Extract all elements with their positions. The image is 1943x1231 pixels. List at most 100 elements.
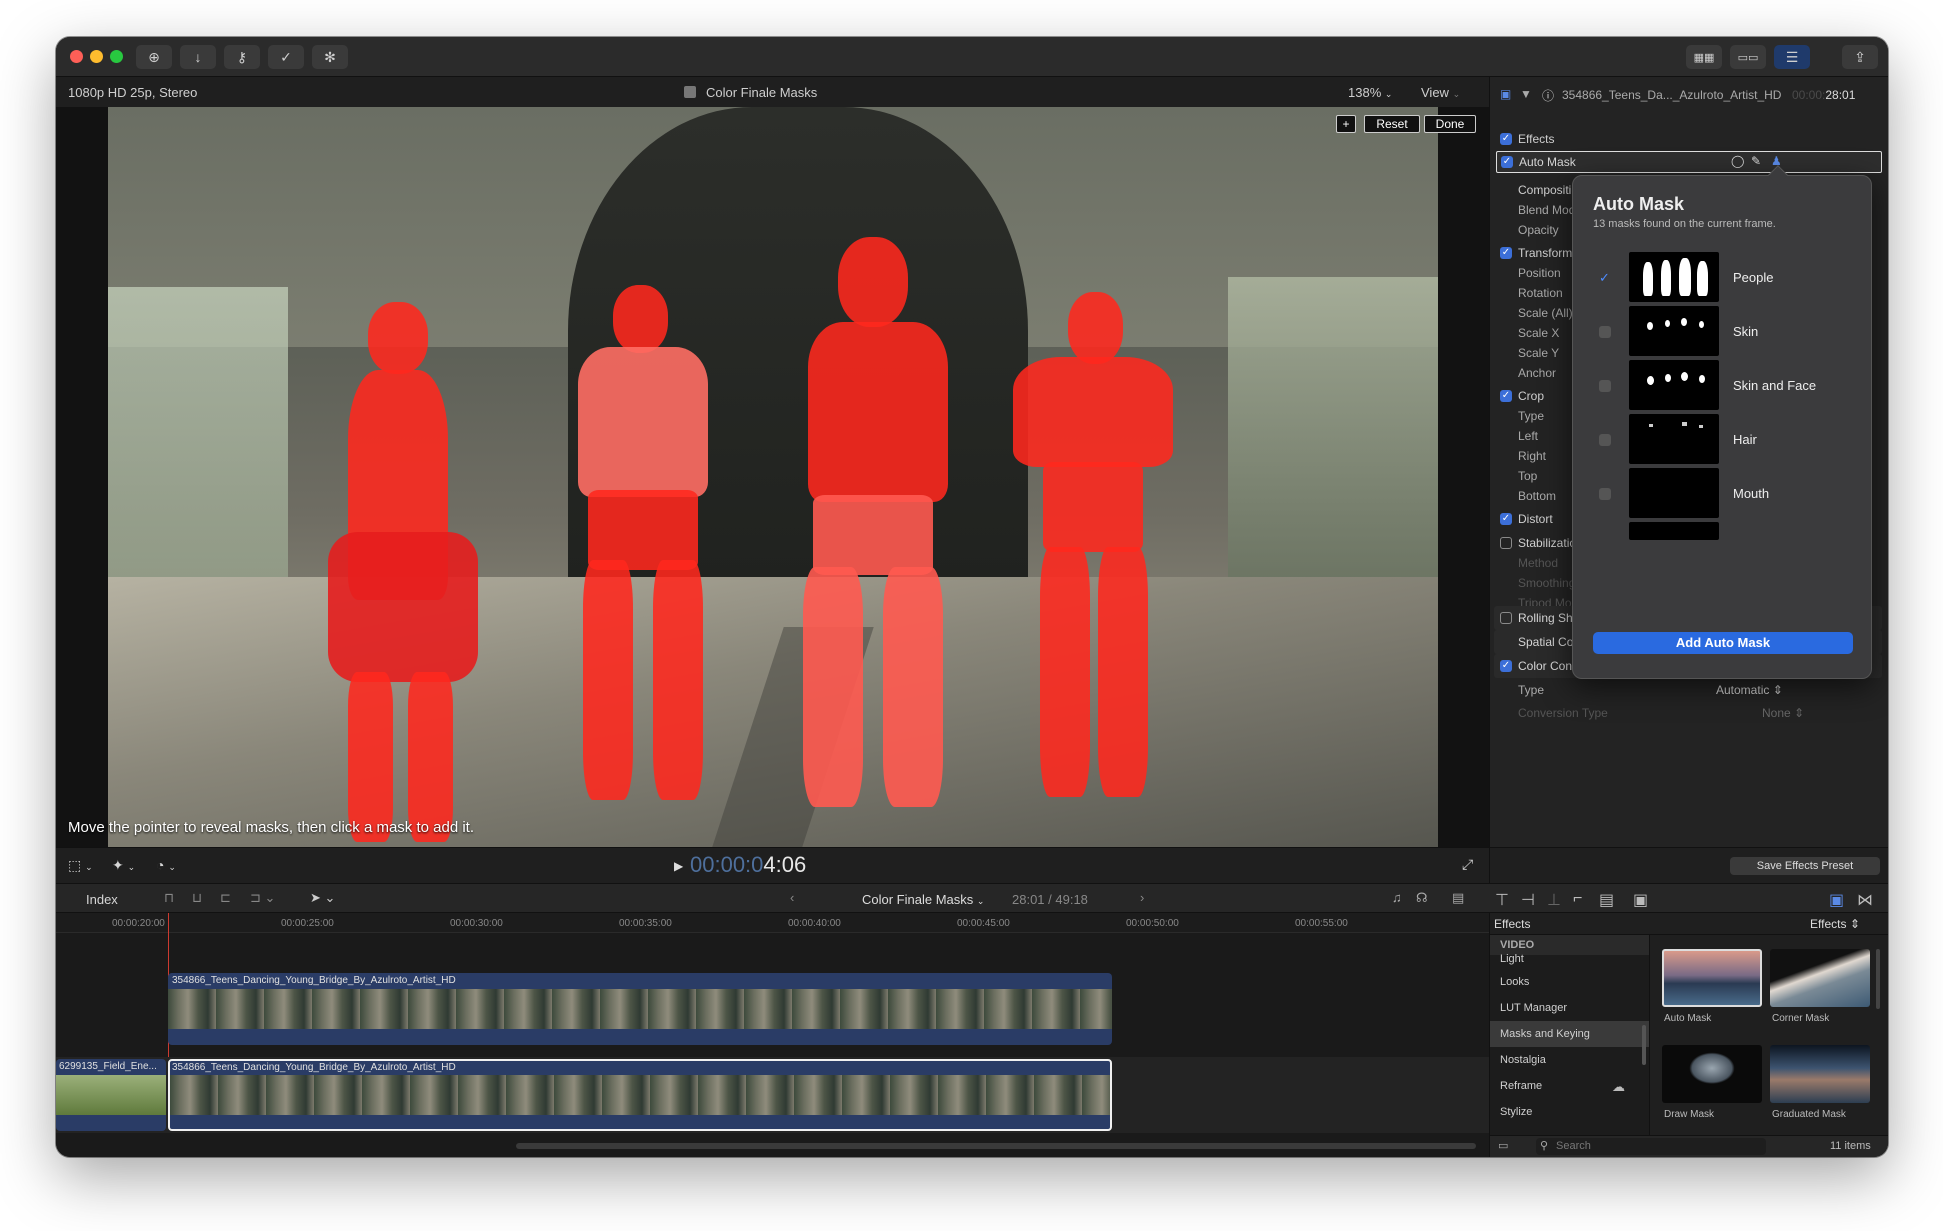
- transform-tool-button[interactable]: ⬚ ⌄: [68, 857, 93, 874]
- minimize-window-button[interactable]: [90, 50, 103, 63]
- download-button[interactable]: ↓: [180, 45, 216, 69]
- transform-item-label: Anchor: [1518, 366, 1557, 380]
- selected-clip[interactable]: 354866_Teens_Dancing_Young_Bridge_By_Azu…: [168, 1059, 1112, 1131]
- timeline[interactable]: 00:00:20:00 00:00:25:00 00:00:30:00 00:0…: [56, 913, 1489, 1157]
- mask-checkbox[interactable]: [1599, 488, 1611, 500]
- effects-search-field[interactable]: ⚲ Search: [1536, 1138, 1766, 1155]
- add-mask-button[interactable]: +: [1336, 115, 1356, 133]
- category-scrollbar[interactable]: [1642, 1025, 1646, 1065]
- ellipse-mask-icon[interactable]: ◯: [1731, 154, 1744, 168]
- transitions-icon[interactable]: ▤: [1599, 890, 1614, 910]
- distort-checkbox[interactable]: ✓: [1500, 513, 1512, 525]
- project-title[interactable]: Color Finale Masks ⌄: [862, 892, 984, 907]
- timeline-ruler[interactable]: 00:00:20:00 00:00:25:00 00:00:30:00 00:0…: [56, 913, 1489, 933]
- browser-toggle-button[interactable]: ▦▦: [1686, 45, 1722, 69]
- snowflake-button[interactable]: ✻: [312, 45, 348, 69]
- info-icon[interactable]: ⓘ: [1542, 87, 1554, 104]
- effects-checkbox[interactable]: ✓: [1500, 133, 1512, 145]
- overwrite-clip-icon[interactable]: ⊐ ⌄: [250, 890, 275, 906]
- eyedropper-icon[interactable]: ✎: [1751, 154, 1761, 168]
- stabilization-checkbox[interactable]: [1500, 537, 1512, 549]
- filter-icon[interactable]: ▼: [1520, 87, 1532, 101]
- connected-clip[interactable]: 354866_Teens_Dancing_Young_Bridge_By_Azu…: [168, 973, 1112, 1045]
- cloud-download-icon[interactable]: ☁: [1612, 1079, 1625, 1095]
- share-button[interactable]: ⇪: [1842, 45, 1878, 69]
- play-icon[interactable]: ▶: [674, 859, 683, 873]
- mask-checkbox[interactable]: [1599, 380, 1611, 392]
- masked-person-3[interactable]: [778, 237, 968, 837]
- index-button[interactable]: Index: [86, 892, 118, 907]
- viewer[interactable]: + Reset Done Move the pointer to reveal …: [56, 107, 1489, 847]
- background-tasks-button[interactable]: ✓: [268, 45, 304, 69]
- import-button[interactable]: ⊕: [136, 45, 172, 69]
- crop-checkbox[interactable]: ✓: [1500, 390, 1512, 402]
- effects-header-dropdown[interactable]: Effects ⇕: [1810, 917, 1860, 931]
- save-effects-preset-button[interactable]: Save Effects Preset: [1730, 857, 1880, 875]
- forward-icon[interactable]: ›: [1140, 890, 1144, 905]
- fullscreen-icon[interactable]: ⤢: [1462, 856, 1473, 873]
- connect-clip-icon[interactable]: ⊓: [164, 890, 174, 906]
- audio-icon[interactable]: ♫: [1392, 890, 1402, 905]
- auto-mask-row[interactable]: ✓ Auto Mask ◯ ✎ ♟: [1496, 151, 1882, 173]
- solo-icon[interactable]: ⊥: [1547, 890, 1561, 910]
- video-inspector-icon[interactable]: ▣: [1500, 87, 1511, 101]
- masked-person-1[interactable]: [323, 302, 478, 847]
- zoom-dropdown[interactable]: 138% ⌄: [1348, 85, 1392, 100]
- clip-appearance-icon[interactable]: ▤: [1452, 890, 1464, 906]
- field-clip[interactable]: 6299135_Field_Ene...: [56, 1059, 166, 1131]
- insert-clip-icon[interactable]: ⊔: [192, 890, 202, 906]
- mask-checkbox[interactable]: [1599, 326, 1611, 338]
- retime-tool-button[interactable]: ◔ ⌄: [156, 857, 176, 873]
- masked-person-2[interactable]: [568, 285, 718, 845]
- keyword-button[interactable]: ⚷: [224, 45, 260, 69]
- skimming-icon[interactable]: ⊤: [1495, 890, 1509, 910]
- category-item[interactable]: Nostalgia: [1490, 1047, 1649, 1073]
- mask-item-hair[interactable]: Hair: [1573, 412, 1871, 466]
- audio-skimming-icon[interactable]: ⊣: [1521, 890, 1535, 910]
- reset-button[interactable]: Reset: [1364, 115, 1420, 133]
- view-dropdown[interactable]: View ⌄: [1421, 85, 1460, 100]
- append-clip-icon[interactable]: ⊏: [220, 890, 231, 906]
- effects-browser-toggle-icon[interactable]: ▣: [1829, 890, 1844, 910]
- category-item[interactable]: Looks: [1490, 969, 1649, 995]
- category-item[interactable]: Light: [1490, 949, 1649, 969]
- mask-item-skin[interactable]: Skin: [1573, 304, 1871, 358]
- color-conform-checkbox[interactable]: ✓: [1500, 660, 1512, 672]
- auto-mask-checkbox[interactable]: ✓: [1501, 156, 1513, 168]
- titles-icon[interactable]: ▣: [1633, 890, 1648, 910]
- enhance-tool-button[interactable]: ✦ ⌄: [112, 857, 135, 874]
- select-tool-icon[interactable]: ➤ ⌄: [310, 890, 335, 906]
- effect-tile[interactable]: Graduated Mask: [1770, 1045, 1870, 1125]
- back-icon[interactable]: ‹: [790, 890, 794, 905]
- timeline-scrollbar[interactable]: [516, 1143, 1476, 1149]
- transitions-browser-icon[interactable]: ⋈: [1857, 890, 1873, 910]
- category-item[interactable]: LUT Manager: [1490, 995, 1649, 1021]
- timeline-toggle-button[interactable]: ▭▭: [1730, 45, 1766, 69]
- mask-item-people[interactable]: ✓ People: [1573, 250, 1871, 304]
- sidebar-toggle-icon[interactable]: ▭: [1498, 1139, 1508, 1152]
- cc-type-dropdown[interactable]: Automatic ⇕: [1716, 683, 1783, 697]
- done-button[interactable]: Done: [1424, 115, 1476, 133]
- category-item[interactable]: Stylize: [1490, 1099, 1649, 1125]
- rolling-shutter-checkbox[interactable]: [1500, 612, 1512, 624]
- headphones-icon[interactable]: ☊: [1416, 890, 1428, 906]
- masked-person-4[interactable]: [998, 292, 1188, 847]
- category-item[interactable]: Reframe: [1490, 1073, 1649, 1099]
- close-window-button[interactable]: [70, 50, 83, 63]
- effects-grid-scrollbar[interactable]: [1876, 949, 1880, 1009]
- timecode-display[interactable]: 00:00:04:06: [690, 852, 806, 878]
- effect-tile[interactable]: Corner Mask: [1770, 949, 1870, 1029]
- snapping-icon[interactable]: ⌐: [1573, 890, 1582, 908]
- zoom-window-button[interactable]: [110, 50, 123, 63]
- mask-item-skin-and-face[interactable]: Skin and Face: [1573, 358, 1871, 412]
- mask-checkbox[interactable]: [1599, 434, 1611, 446]
- transform-checkbox[interactable]: ✓: [1500, 247, 1512, 259]
- inspector-toggle-button[interactable]: ☰: [1774, 45, 1810, 69]
- effect-tile[interactable]: Auto Mask: [1662, 949, 1762, 1029]
- category-item-selected[interactable]: Masks and Keying: [1490, 1021, 1649, 1047]
- effect-tile[interactable]: Draw Mask: [1662, 1045, 1762, 1125]
- add-auto-mask-button[interactable]: Add Auto Mask: [1593, 632, 1853, 654]
- video-frame[interactable]: [108, 107, 1438, 847]
- mask-checkbox[interactable]: ✓: [1599, 270, 1610, 286]
- mask-item-mouth[interactable]: Mouth: [1573, 466, 1871, 520]
